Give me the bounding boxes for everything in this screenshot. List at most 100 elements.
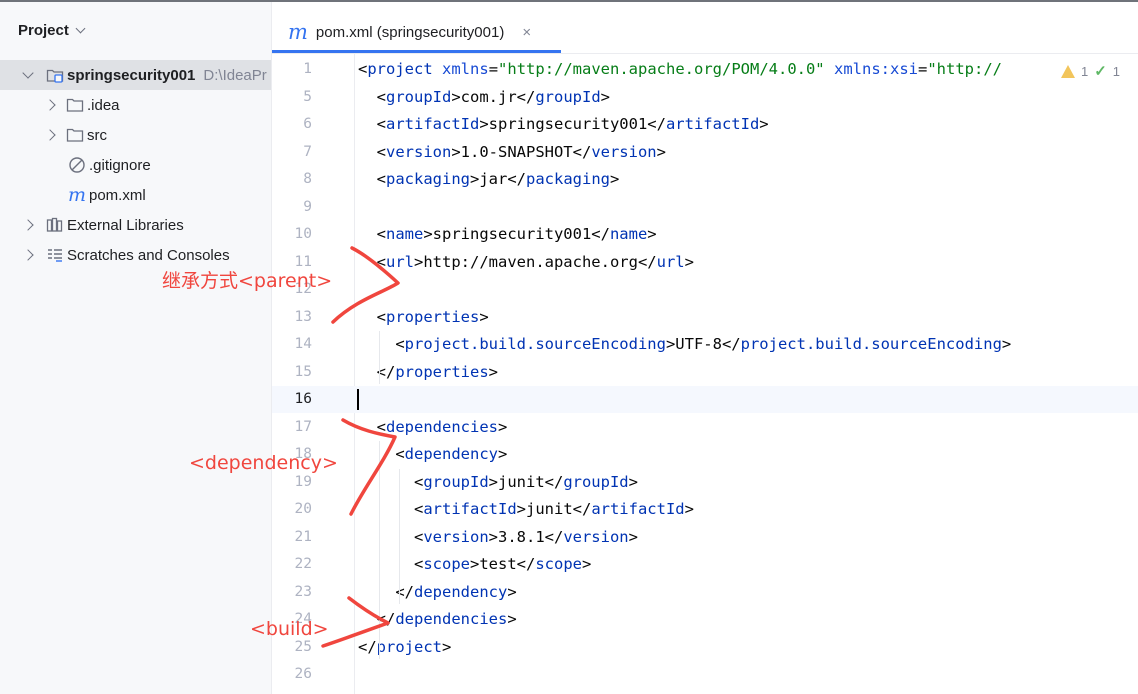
ok-count: 1	[1112, 63, 1120, 79]
tree-item-pom[interactable]: m pom.xml	[0, 180, 271, 210]
code-line[interactable]: 23 </dependency>	[272, 579, 1138, 606]
code-text: <scope>test</scope>	[358, 555, 592, 573]
scratches-icon	[46, 246, 64, 264]
code-text: </dependency>	[358, 582, 517, 601]
expand-arrow-icon[interactable]	[22, 67, 34, 79]
code-line[interactable]: 24 </dependencies>	[272, 606, 1138, 633]
line-number: 1	[303, 61, 312, 77]
indent-guide	[379, 441, 380, 659]
tree-item-gitignore[interactable]: .gitignore	[0, 150, 271, 180]
indent-guide	[399, 468, 400, 604]
line-number: 10	[294, 226, 312, 242]
code-line[interactable]: 11 <url>http://maven.apache.org</url>	[272, 249, 1138, 276]
code-line[interactable]: 14 <project.build.sourceEncoding>UTF-8</…	[272, 331, 1138, 358]
code-text: <version>1.0-SNAPSHOT</version>	[358, 142, 666, 161]
warning-count: 1	[1080, 63, 1089, 79]
code-line[interactable]: 26	[272, 661, 1138, 688]
code-line[interactable]: 16	[272, 386, 1138, 413]
warning-icon	[1060, 64, 1075, 78]
close-icon[interactable]: ×	[522, 24, 531, 41]
code-line[interactable]: 20 <artifactId>junit</artifactId>	[272, 496, 1138, 523]
code-line[interactable]: 21 <version>3.8.1</version>	[272, 524, 1138, 551]
code-line[interactable]: 7 <version>1.0-SNAPSHOT</version>	[272, 139, 1138, 166]
code-line[interactable]: 8 <packaging>jar</packaging>	[272, 166, 1138, 193]
active-tab-indicator	[272, 50, 561, 53]
expand-arrow-icon[interactable]	[44, 99, 56, 111]
tree-item-project-root[interactable]: springsecurity001 D:\IdeaPr	[0, 60, 271, 90]
project-panel: Project springsecurity001 D:\IdeaPr .ide…	[0, 0, 272, 694]
text-caret	[357, 389, 359, 410]
line-number: 5	[303, 88, 312, 105]
line-number: 21	[294, 528, 312, 545]
line-number: 13	[294, 308, 312, 325]
code-editor[interactable]: 1 <project xmlns="http://maven.apache.org…	[272, 54, 1138, 694]
module-folder-icon	[46, 66, 64, 84]
code-text: <properties>	[358, 307, 489, 326]
tree-item-label: springsecurity001	[67, 66, 196, 84]
library-icon	[46, 216, 64, 234]
expand-arrow-icon[interactable]	[44, 129, 56, 141]
code-line[interactable]: 1 <project xmlns="http://maven.apache.org…	[272, 56, 1138, 83]
tree-item-src[interactable]: src	[0, 120, 271, 150]
line-number: 9	[303, 198, 312, 215]
code-text: <packaging>jar</packaging>	[358, 170, 620, 188]
code-text: <artifactId>junit</artifactId>	[358, 500, 694, 518]
code-text: </dependencies>	[358, 610, 517, 628]
editor-tab-bar: m pom.xml (springsecurity001) ×	[272, 0, 1138, 54]
line-number: 16	[294, 391, 312, 407]
tab-title: pom.xml (springsecurity001)	[315, 23, 505, 41]
annotation-build-label: <build>	[250, 618, 329, 640]
line-number: 7	[303, 143, 312, 160]
chevron-down-icon[interactable]	[75, 23, 86, 33]
inspection-widget[interactable]: 1 ✓ 1	[1054, 62, 1120, 80]
window-top-border	[0, 0, 1138, 2]
indent-guide	[379, 331, 380, 384]
code-line[interactable]: 15 </properties>	[272, 359, 1138, 386]
project-panel-header[interactable]: Project	[18, 18, 86, 42]
line-number: 23	[294, 583, 312, 600]
tree-item-label: .gitignore	[89, 156, 151, 174]
project-path-hint: D:\IdeaPr	[203, 66, 267, 84]
code-text: <project.build.sourceEncoding>UTF-8</pro…	[358, 335, 1012, 353]
line-number: 26	[294, 666, 312, 682]
code-line[interactable]: 6 <artifactId>springsecurity001</artifac…	[272, 111, 1138, 138]
code-line[interactable]: 9	[272, 194, 1138, 221]
annotation-parent-label: 继承方式<parent>	[162, 270, 333, 292]
line-number: 14	[294, 336, 312, 352]
check-icon: ✓	[1094, 63, 1107, 80]
ignored-file-icon	[68, 156, 86, 174]
code-line[interactable]: 12	[272, 276, 1138, 303]
tree-item-label: .idea	[87, 96, 120, 114]
code-line[interactable]: 17 <dependencies>	[272, 414, 1138, 441]
tree-item-label: Scratches and Consoles	[67, 246, 230, 264]
code-line[interactable]: 18 <dependency>	[272, 441, 1138, 468]
code-line[interactable]: 5 <groupId>com.jr</groupId>	[272, 84, 1138, 111]
code-line[interactable]: 19 <groupId>junit</groupId>	[272, 469, 1138, 496]
code-line[interactable]: 25 </project>	[272, 634, 1138, 661]
annotation-dependency-label: <dependency>	[189, 452, 338, 474]
code-line[interactable]: 10 <name>springsecurity001</name>	[272, 221, 1138, 248]
line-number: 17	[294, 418, 312, 435]
code-text: <dependency>	[358, 445, 508, 463]
tree-item-idea[interactable]: .idea	[0, 90, 271, 120]
code-text: <name>springsecurity001</name>	[358, 225, 657, 243]
tree-item-external-libraries[interactable]: External Libraries	[0, 210, 271, 240]
code-text: <artifactId>springsecurity001</artifactI…	[358, 115, 769, 133]
expand-arrow-icon[interactable]	[22, 219, 34, 231]
tab-pom-xml[interactable]: m pom.xml (springsecurity001) ×	[272, 14, 561, 53]
line-number: 8	[303, 171, 312, 187]
code-line[interactable]: 22 <scope>test</scope>	[272, 551, 1138, 578]
code-text: <groupId>com.jr</groupId>	[358, 87, 610, 106]
code-line[interactable]: 13 <properties>	[272, 304, 1138, 331]
line-number: 15	[294, 363, 312, 380]
folder-icon	[66, 96, 84, 114]
code-text: <project xmlns="http://maven.apache.org/…	[358, 60, 1002, 78]
tree-item-label: External Libraries	[67, 216, 184, 234]
maven-icon: m	[67, 184, 87, 206]
code-text: </project>	[358, 637, 452, 656]
maven-icon: m	[288, 20, 308, 44]
expand-arrow-icon[interactable]	[22, 249, 34, 261]
folder-icon	[66, 126, 84, 144]
tree-item-label: src	[87, 126, 107, 144]
code-text: <url>http://maven.apache.org</url>	[358, 252, 694, 271]
